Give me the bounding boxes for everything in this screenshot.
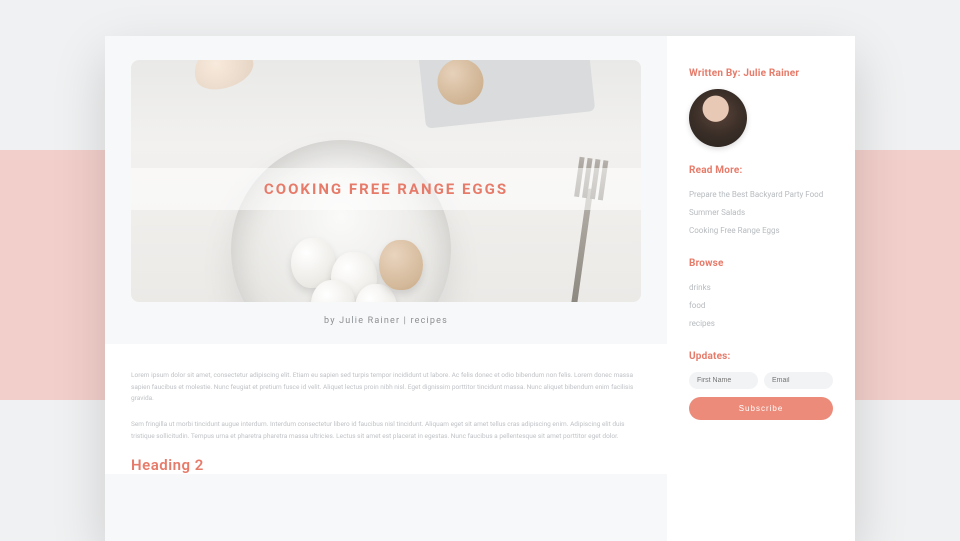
- browse-list: drinks food recipes: [689, 279, 833, 333]
- browse-link[interactable]: drinks: [689, 279, 833, 297]
- updates-heading: Updates:: [689, 351, 833, 362]
- browse-heading: Browse: [689, 258, 833, 269]
- hero-image: COOKING FREE RANGE EGGS: [131, 60, 641, 302]
- read-more-link[interactable]: Prepare the Best Backyard Party Food: [689, 186, 833, 204]
- hero-overlay: COOKING FREE RANGE EGGS: [131, 168, 641, 210]
- subscribe-button[interactable]: Subscribe: [689, 397, 833, 420]
- egg-shell-graphic: [187, 60, 258, 97]
- subscribe-form: [689, 372, 833, 389]
- read-more-heading: Read More:: [689, 165, 833, 176]
- written-by-label: Written By:: [689, 68, 741, 79]
- byline: by Julie Rainer | recipes: [131, 302, 641, 344]
- author-name: Julie Rainer: [743, 68, 799, 79]
- article-paragraph: Sem fringilla ut morbi tincidunt augue i…: [131, 419, 641, 442]
- email-input[interactable]: [764, 372, 833, 389]
- hero-title: COOKING FREE RANGE EGGS: [264, 180, 508, 198]
- page-card: COOKING FREE RANGE EGGS by Julie Rainer …: [105, 36, 855, 541]
- sidebar: Written By: Julie Rainer Read More: Prep…: [667, 36, 855, 541]
- article-heading-2: Heading 2: [131, 456, 641, 474]
- egg-carton-graphic: [417, 60, 595, 129]
- author-avatar: [689, 89, 747, 147]
- main-column: COOKING FREE RANGE EGGS by Julie Rainer …: [105, 36, 667, 541]
- first-name-input[interactable]: [689, 372, 758, 389]
- article-paragraph: Lorem ipsum dolor sit amet, consectetur …: [131, 370, 641, 405]
- read-more-link[interactable]: Summer Salads: [689, 204, 833, 222]
- bowl-graphic: [231, 140, 451, 302]
- browse-link[interactable]: recipes: [689, 315, 833, 333]
- read-more-list: Prepare the Best Backyard Party Food Sum…: [689, 186, 833, 240]
- written-by-heading: Written By: Julie Rainer: [689, 68, 833, 79]
- egg-graphic: [379, 240, 423, 290]
- browse-link[interactable]: food: [689, 297, 833, 315]
- article-body: Lorem ipsum dolor sit amet, consectetur …: [105, 344, 667, 474]
- read-more-link[interactable]: Cooking Free Range Eggs: [689, 222, 833, 240]
